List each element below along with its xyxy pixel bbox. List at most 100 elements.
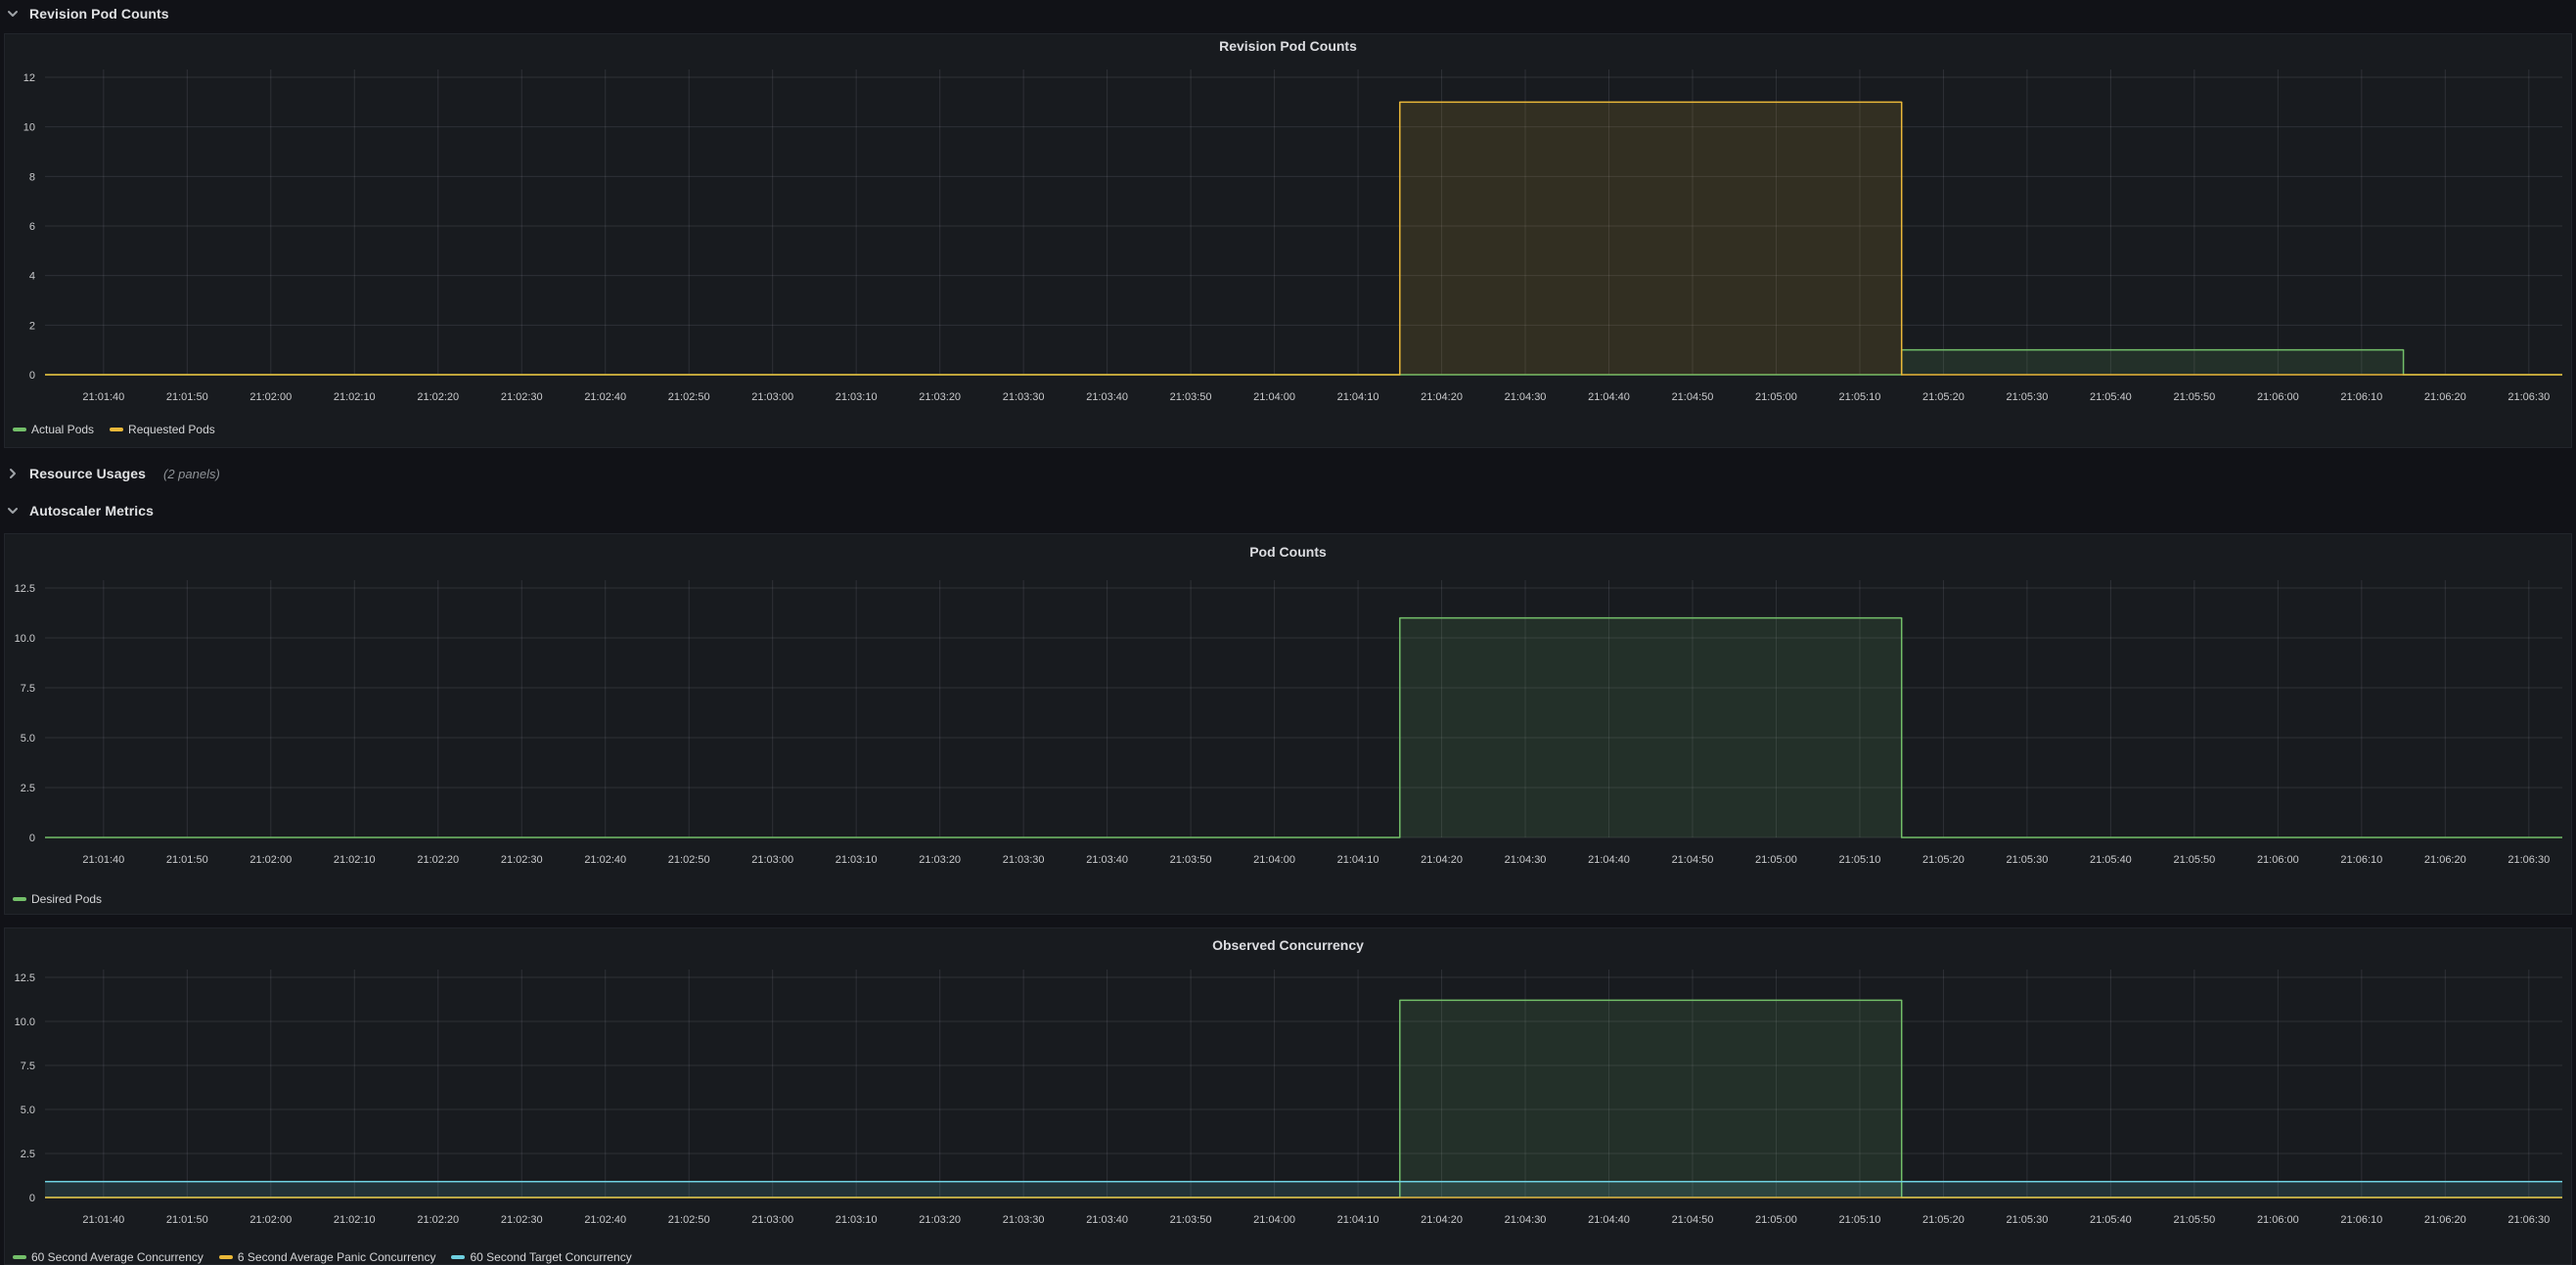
x-axis-tick-label: 21:03:10 (836, 854, 878, 866)
x-axis-tick-label: 21:02:00 (249, 391, 292, 403)
panel-observed-concurrency: Observed Concurrency 02.55.07.510.012.52… (4, 927, 2572, 1265)
x-axis-tick-label: 21:04:50 (1672, 391, 1714, 403)
x-axis-tick-label: 21:02:10 (334, 391, 376, 403)
chart-legend: 60 Second Average Concurrency 6 Second Av… (5, 1250, 2571, 1264)
chart-plot-area[interactable]: 02.55.07.510.012.521:01:4021:01:5021:02:… (5, 568, 2571, 883)
x-axis-tick-label: 21:03:30 (1003, 391, 1045, 403)
series-color-dash (219, 1255, 233, 1259)
x-axis-tick-label: 21:02:50 (668, 1214, 710, 1226)
x-axis-tick-label: 21:03:00 (751, 1214, 793, 1226)
x-axis-tick-label: 21:05:00 (1755, 854, 1797, 866)
chart-plot-area[interactable]: 02.55.07.510.012.521:01:4021:01:5021:02:… (5, 960, 2571, 1242)
x-axis-tick-label: 21:02:50 (668, 391, 710, 403)
x-axis-tick-label: 21:03:30 (1003, 854, 1045, 866)
series-area-fill (45, 618, 2562, 837)
series-line (45, 618, 2562, 837)
x-axis-tick-label: 21:05:50 (2173, 391, 2215, 403)
x-axis-tick-label: 21:02:40 (584, 391, 626, 403)
x-axis-tick-label: 21:05:20 (1922, 391, 1965, 403)
x-axis-tick-label: 21:03:00 (751, 854, 793, 866)
x-axis-tick-label: 21:02:00 (249, 854, 292, 866)
panel-title[interactable]: Pod Counts (5, 534, 2571, 568)
time-series-chart[interactable]: 02.55.07.510.012.521:01:4021:01:5021:02:… (5, 960, 2571, 1246)
x-axis-tick-label: 21:05:10 (1839, 854, 1881, 866)
x-axis-tick-label: 21:04:00 (1253, 391, 1295, 403)
y-axis-tick-label: 5.0 (21, 733, 35, 745)
legend-item[interactable]: 60 Second Target Concurrency (451, 1250, 631, 1264)
x-axis-tick-label: 21:05:40 (2090, 391, 2132, 403)
y-axis-tick-label: 10.0 (15, 633, 35, 645)
x-axis-tick-label: 21:01:50 (166, 854, 208, 866)
x-axis-tick-label: 21:06:10 (2340, 391, 2382, 403)
row-header-resource-usages[interactable]: Resource Usages (2 panels) (6, 458, 220, 489)
x-axis-tick-label: 21:04:20 (1421, 854, 1463, 866)
x-axis-tick-label: 21:05:30 (2007, 391, 2049, 403)
legend-label: 60 Second Average Concurrency (31, 1250, 203, 1264)
x-axis-tick-label: 21:03:50 (1170, 854, 1212, 866)
y-axis-tick-label: 12.5 (15, 583, 35, 595)
x-axis-tick-label: 21:06:00 (2257, 854, 2299, 866)
panel-pod-counts: Pod Counts 02.55.07.510.012.521:01:4021:… (4, 533, 2572, 915)
x-axis-tick-label: 21:04:00 (1253, 1214, 1295, 1226)
x-axis-tick-label: 21:01:40 (82, 391, 124, 403)
chart-plot-area[interactable]: 02468101221:01:4021:01:5021:02:0021:02:1… (5, 56, 2571, 414)
row-header-autoscaler-metrics[interactable]: Autoscaler Metrics (6, 495, 154, 526)
x-axis-tick-label: 21:06:20 (2424, 854, 2466, 866)
y-axis-tick-label: 2 (29, 320, 35, 332)
y-axis-tick-label: 10 (23, 122, 35, 134)
chevron-down-icon (6, 7, 20, 21)
x-axis-tick-label: 21:01:40 (82, 854, 124, 866)
x-axis-tick-label: 21:05:30 (2007, 854, 2049, 866)
y-axis-tick-label: 0 (29, 370, 35, 382)
x-axis-tick-label: 21:04:30 (1505, 1214, 1547, 1226)
y-axis-tick-label: 5.0 (21, 1105, 35, 1116)
x-axis-tick-label: 21:05:40 (2090, 854, 2132, 866)
x-axis-tick-label: 21:06:00 (2257, 1214, 2299, 1226)
y-axis-tick-label: 12 (23, 72, 35, 84)
x-axis-tick-label: 21:03:50 (1170, 391, 1212, 403)
x-axis-tick-label: 21:03:20 (919, 1214, 961, 1226)
y-axis-tick-label: 7.5 (21, 1061, 35, 1072)
x-axis-tick-label: 21:02:20 (417, 854, 459, 866)
legend-label: Requested Pods (128, 423, 215, 436)
x-axis-tick-label: 21:03:40 (1086, 854, 1128, 866)
time-series-chart[interactable]: 02.55.07.510.012.521:01:4021:01:5021:02:… (5, 568, 2571, 888)
x-axis-tick-label: 21:05:20 (1922, 1214, 1965, 1226)
x-axis-tick-label: 21:03:40 (1086, 1214, 1128, 1226)
panel-title[interactable]: Revision Pod Counts (5, 34, 2571, 56)
x-axis-tick-label: 21:02:40 (584, 1214, 626, 1226)
x-axis-tick-label: 21:06:10 (2340, 1214, 2382, 1226)
panel-title[interactable]: Observed Concurrency (5, 928, 2571, 960)
series-area-fill (45, 1000, 2562, 1197)
legend-item[interactable]: 60 Second Average Concurrency (13, 1250, 203, 1264)
chart-legend: Actual Pods Requested Pods (5, 423, 2571, 436)
y-axis-tick-label: 4 (29, 271, 35, 283)
legend-item[interactable]: Desired Pods (13, 892, 102, 906)
time-series-chart[interactable]: 02468101221:01:4021:01:5021:02:0021:02:1… (5, 56, 2571, 419)
x-axis-tick-label: 21:04:10 (1337, 854, 1379, 866)
y-axis-tick-label: 6 (29, 221, 35, 233)
grafana-dashboard: Revision Pod Counts Revision Pod Counts … (0, 0, 2576, 1265)
x-axis-tick-label: 21:05:50 (2173, 1214, 2215, 1226)
legend-item[interactable]: 6 Second Average Panic Concurrency (219, 1250, 436, 1264)
chevron-right-icon (6, 467, 20, 480)
row-title: Resource Usages (29, 466, 146, 481)
y-axis-tick-label: 10.0 (15, 1017, 35, 1028)
x-axis-tick-label: 21:02:20 (417, 1214, 459, 1226)
x-axis-tick-label: 21:03:10 (836, 391, 878, 403)
x-axis-tick-label: 21:02:30 (501, 1214, 543, 1226)
legend-item[interactable]: Actual Pods (13, 423, 94, 436)
y-axis-tick-label: 2.5 (21, 783, 35, 794)
series-color-dash (451, 1255, 465, 1259)
x-axis-tick-label: 21:03:50 (1170, 1214, 1212, 1226)
row-header-revision-pod-counts[interactable]: Revision Pod Counts (6, 2, 169, 25)
x-axis-tick-label: 21:04:00 (1253, 854, 1295, 866)
y-axis-tick-label: 2.5 (21, 1149, 35, 1160)
legend-item[interactable]: Requested Pods (110, 423, 215, 436)
series-line (45, 102, 2562, 375)
y-axis-tick-label: 0 (29, 833, 35, 844)
x-axis-tick-label: 21:04:30 (1505, 391, 1547, 403)
legend-label: Desired Pods (31, 892, 102, 906)
x-axis-tick-label: 21:05:30 (2007, 1214, 2049, 1226)
x-axis-tick-label: 21:04:20 (1421, 391, 1463, 403)
